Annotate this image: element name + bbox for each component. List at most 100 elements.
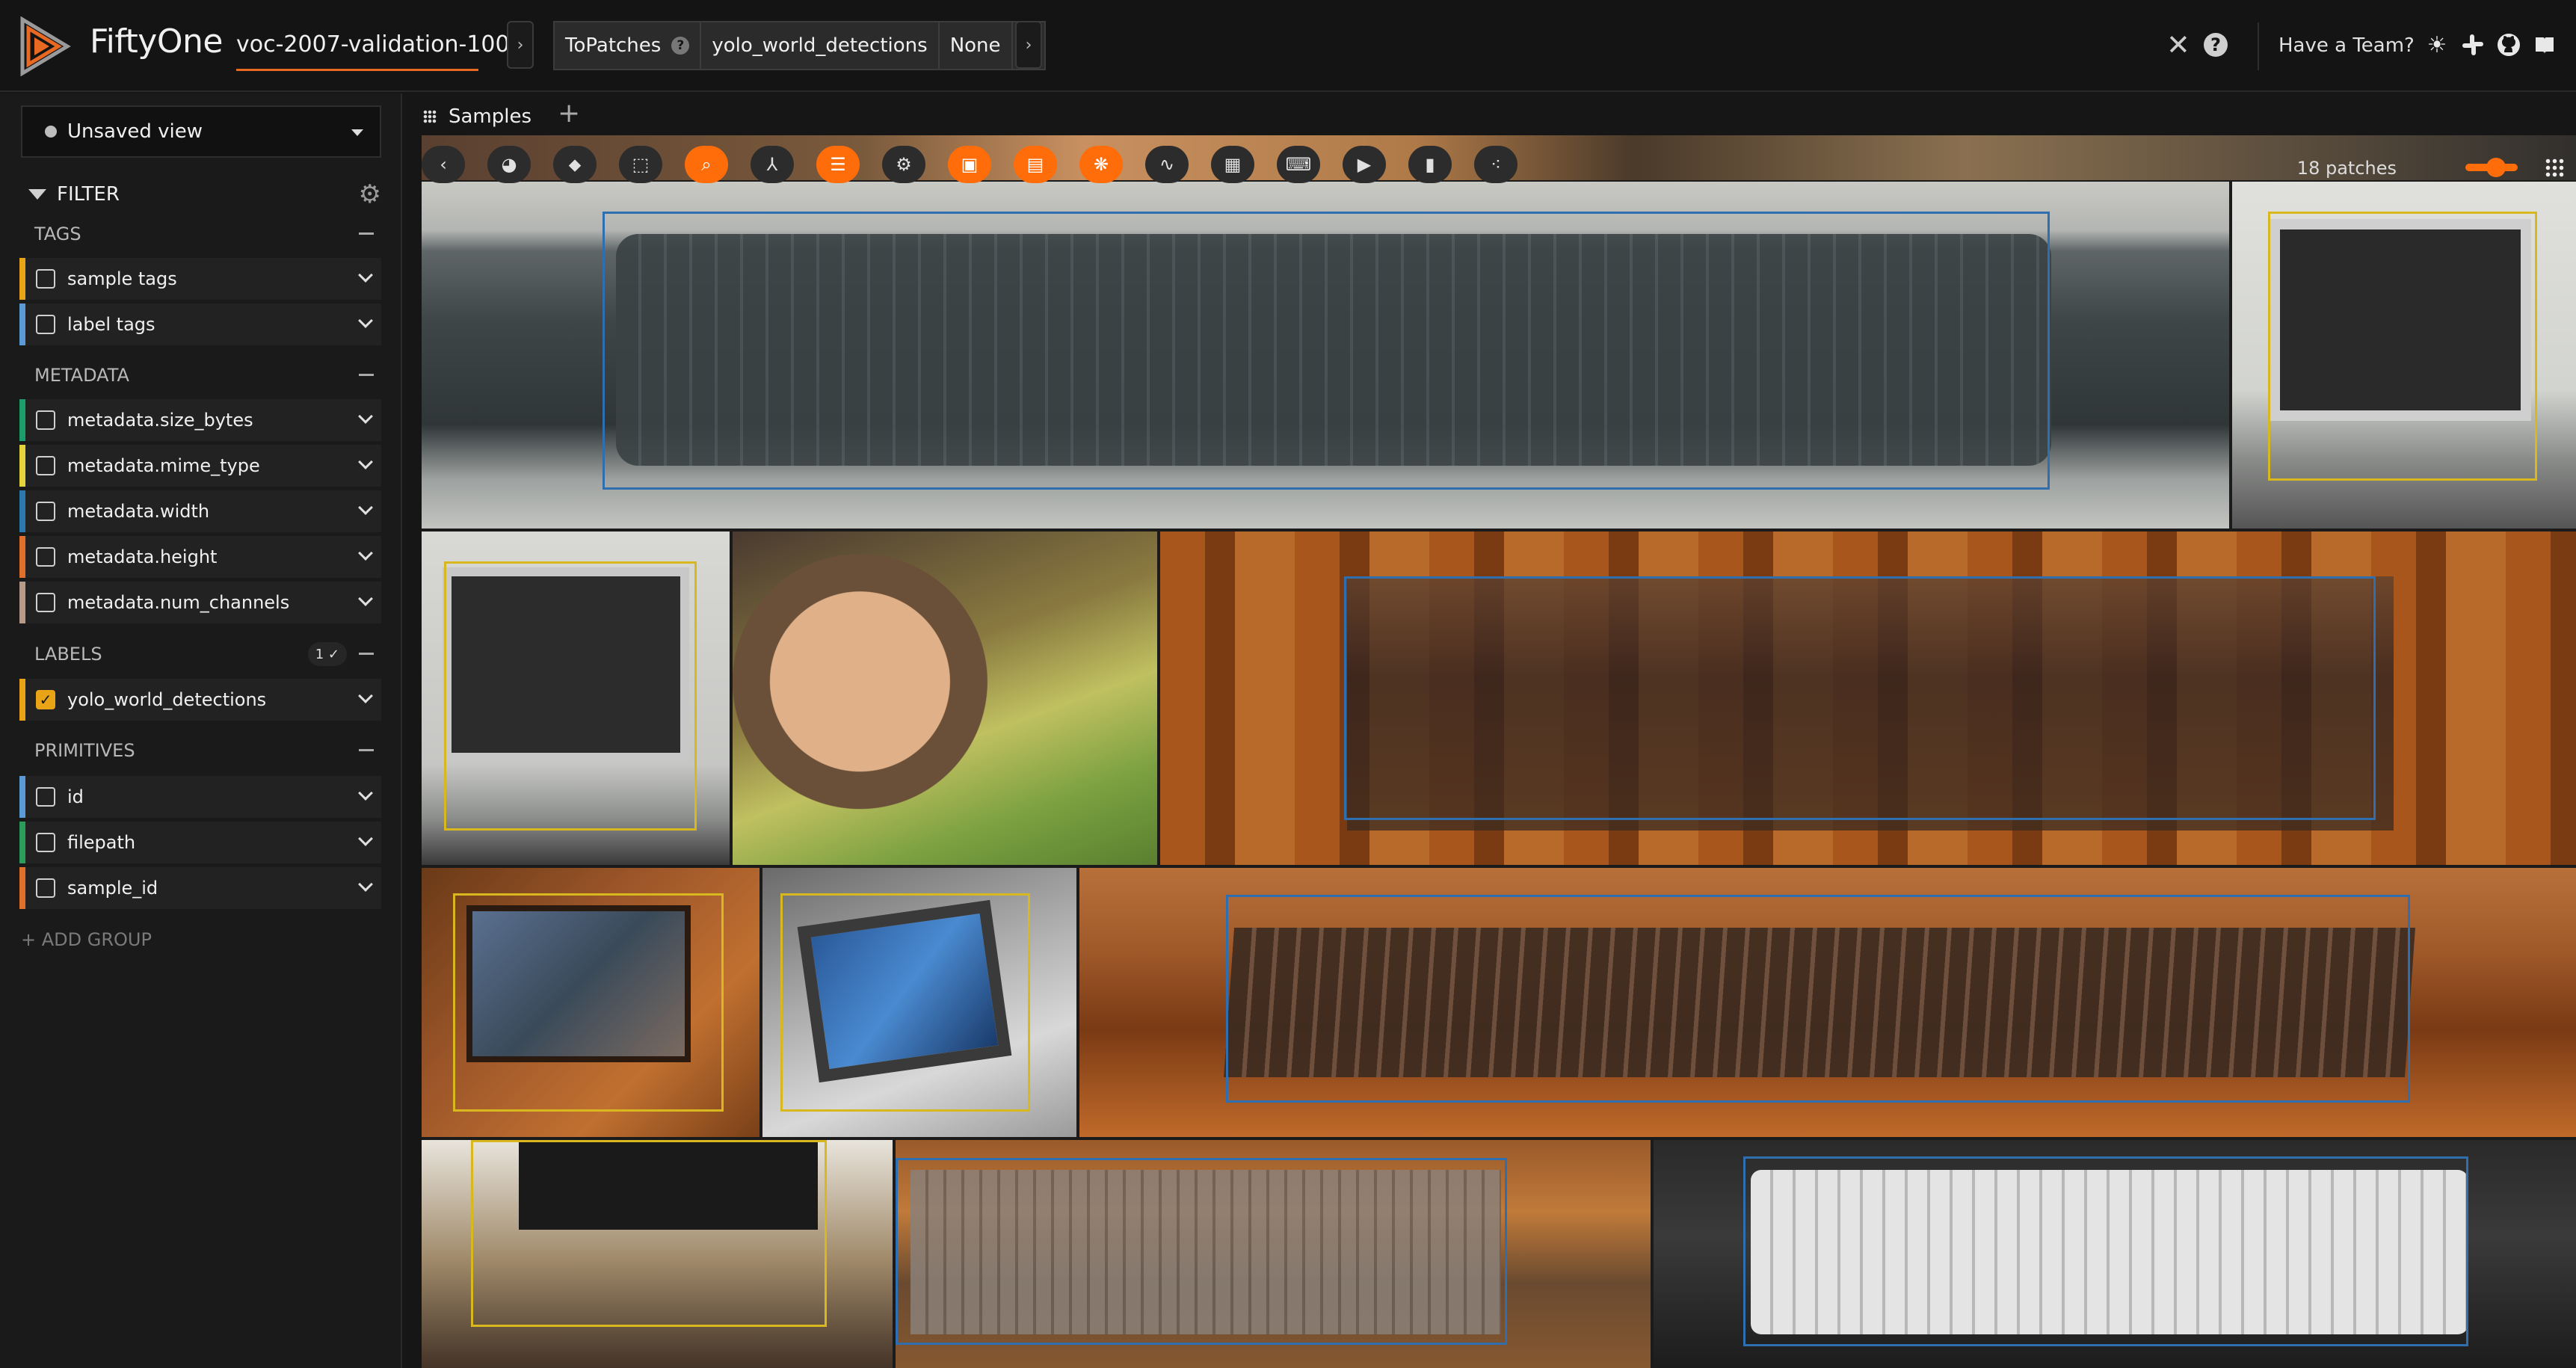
field-checkbox[interactable] [36, 410, 55, 430]
color-palette-button[interactable]: ◕ [487, 146, 531, 183]
help-icon[interactable]: ? [2204, 33, 2228, 57]
sample-tile[interactable] [422, 182, 2229, 529]
field-checkbox[interactable] [36, 787, 55, 807]
field-checkbox[interactable] [36, 878, 55, 898]
field-label: metadata.mime_type [67, 455, 260, 476]
field-id[interactable]: id [19, 776, 381, 818]
view-bar-next-button[interactable]: › [1015, 21, 1042, 69]
field-sample-id[interactable]: sample_id [19, 867, 381, 909]
field-yolo-world-detections[interactable]: ✓ yolo_world_detections [19, 679, 381, 721]
field-checkbox[interactable] [36, 593, 55, 612]
group-metadata-header[interactable]: METADATA [19, 354, 381, 396]
group-tags-header[interactable]: TAGS [19, 213, 381, 255]
sample-tile[interactable] [1654, 1140, 2576, 1368]
field-checkbox[interactable] [36, 502, 55, 521]
sample-tile[interactable] [733, 532, 1157, 865]
stage-param-field[interactable]: yolo_world_detections [701, 21, 940, 70]
chevron-down-icon[interactable] [358, 268, 373, 283]
chevron-down-icon[interactable] [358, 831, 373, 846]
chevron-down-icon[interactable] [358, 591, 373, 606]
sample-tile[interactable] [762, 868, 1076, 1137]
collapse-minus-icon[interactable] [359, 653, 374, 655]
patches-button[interactable]: ⬚ [619, 146, 662, 183]
stage-to-patches[interactable]: ToPatches ? [553, 21, 702, 70]
similarity-search-button[interactable]: ⌕ [685, 146, 728, 183]
field-label-tags[interactable]: label tags [19, 304, 381, 345]
field-checkbox[interactable] [36, 547, 55, 567]
labels-count-badge[interactable]: 1 ✓ [307, 642, 347, 666]
sample-tile[interactable] [422, 868, 759, 1137]
collapse-minus-icon[interactable] [359, 232, 374, 235]
field-metadata-width[interactable]: metadata.width [19, 490, 381, 532]
collapse-minus-icon[interactable] [359, 749, 374, 751]
chevron-down-icon[interactable] [358, 546, 373, 561]
app-name: FiftyOne [90, 22, 223, 61]
briefcase-icon: ▣ [961, 154, 979, 175]
field-checkbox[interactable] [36, 269, 55, 289]
github-icon[interactable] [2495, 31, 2522, 58]
collapse-minus-icon[interactable] [359, 374, 374, 376]
field-checkbox[interactable] [36, 833, 55, 852]
zoom-slider-thumb[interactable] [2486, 158, 2506, 177]
saved-view-selector[interactable]: Unsaved view [21, 105, 381, 158]
field-metadata-size-bytes[interactable]: metadata.size_bytes [19, 399, 381, 441]
merge-icon: ⅄ [766, 154, 778, 175]
dataset-selector[interactable]: voc-2007-validation-100 [236, 31, 510, 58]
theme-toggle-icon[interactable]: ☀ [2424, 31, 2450, 58]
plugin-action-button-2[interactable]: ▤ [1014, 146, 1057, 183]
sort-by-similarity-button[interactable]: ⅄ [751, 146, 794, 183]
help-icon[interactable]: ? [671, 37, 690, 55]
tab-samples[interactable]: Samples [423, 98, 531, 135]
search-icon: ⌕ [701, 154, 712, 175]
chevron-down-icon[interactable] [358, 786, 373, 801]
docs-icon[interactable] [2531, 31, 2558, 58]
field-metadata-height[interactable]: metadata.height [19, 536, 381, 578]
embeddings-button[interactable]: ⌨ [1277, 146, 1320, 183]
field-checkbox-checked[interactable]: ✓ [36, 690, 55, 709]
chevron-down-icon[interactable] [358, 877, 373, 892]
sidebar-toggle-button[interactable]: ‹ [422, 146, 465, 183]
settings-gear-icon[interactable]: ⚙ [359, 182, 381, 207]
sample-tile[interactable] [896, 1140, 1651, 1368]
openai-plugin-button[interactable]: ❋ [1079, 146, 1123, 183]
add-group-button[interactable]: + ADD GROUP [21, 929, 152, 950]
sample-tile[interactable] [1160, 532, 2576, 865]
plugin-action-button-1[interactable]: ▣ [948, 146, 991, 183]
view-bar-prev-button[interactable]: › [507, 21, 534, 69]
add-tab-button[interactable]: + [558, 98, 580, 129]
team-link[interactable]: Have a Team? [2278, 34, 2415, 57]
curve-button[interactable]: ∿ [1145, 146, 1189, 183]
grid-view-button[interactable]: ▦ [1211, 146, 1254, 183]
field-filepath[interactable]: filepath [19, 822, 381, 863]
operators-list-button[interactable]: ☰ [816, 146, 860, 183]
field-checkbox[interactable] [36, 315, 55, 334]
chevron-down-icon[interactable] [358, 455, 373, 469]
scatter-button[interactable]: ⁖ [1474, 146, 1517, 183]
tab-label: Samples [449, 105, 532, 128]
tag-button[interactable]: ⬥ [553, 146, 597, 183]
sample-tile[interactable] [2232, 182, 2576, 529]
grid-icon [423, 110, 437, 123]
stage-param-other[interactable]: None [939, 21, 1013, 70]
group-primitives-header[interactable]: PRIMITIVES [19, 730, 381, 771]
sample-tile[interactable] [422, 532, 730, 865]
sample-tile[interactable] [422, 1140, 893, 1368]
clear-view-close-icon[interactable]: ✕ [2166, 30, 2190, 60]
grid-mode-icon[interactable] [2545, 158, 2566, 179]
settings-button[interactable]: ⚙ [882, 146, 925, 183]
group-labels-header[interactable]: LABELS 1 ✓ [19, 633, 381, 675]
video-button[interactable]: ▶ [1343, 146, 1386, 183]
chevron-down-icon[interactable] [358, 688, 373, 703]
fiftyone-logo-icon[interactable] [18, 16, 72, 76]
chevron-down-icon[interactable] [358, 409, 373, 424]
field-checkbox[interactable] [36, 456, 55, 475]
slack-icon[interactable] [2459, 31, 2486, 58]
field-metadata-mime-type[interactable]: metadata.mime_type [19, 445, 381, 487]
sample-tile[interactable] [1079, 868, 2576, 1137]
field-metadata-num-channels[interactable]: metadata.num_channels [19, 582, 381, 623]
histograms-button[interactable]: ▮ [1408, 146, 1452, 183]
stage-param-value: yolo_world_detections [712, 34, 928, 57]
chevron-down-icon[interactable] [358, 313, 373, 328]
field-sample-tags[interactable]: sample tags [19, 258, 381, 300]
chevron-down-icon[interactable] [358, 500, 373, 515]
